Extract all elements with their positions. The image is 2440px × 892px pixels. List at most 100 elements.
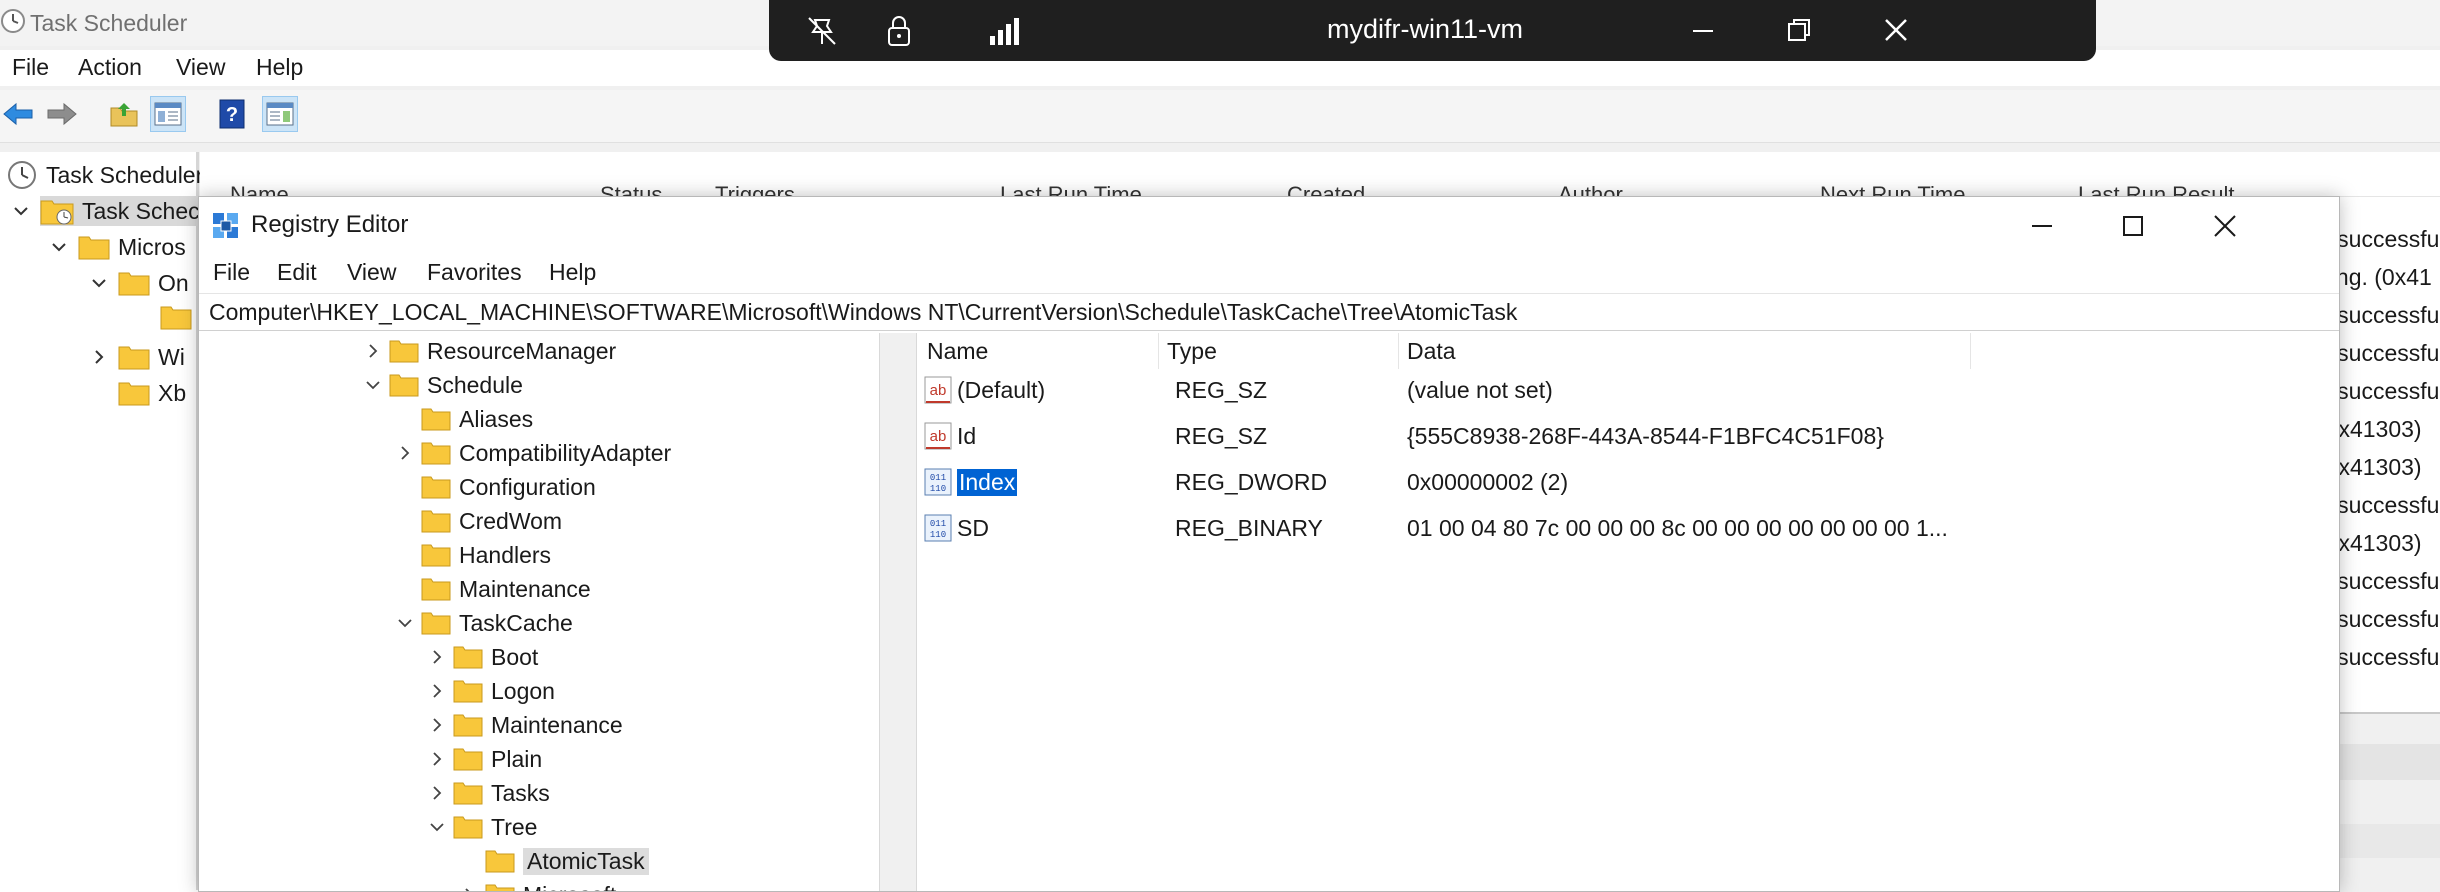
value-name: (Default) [957, 376, 1046, 403]
folder-icon [453, 781, 483, 805]
show-hide-console-tree-button[interactable] [150, 96, 186, 132]
tree-node-label: Micros [118, 233, 186, 260]
unpin-icon[interactable] [805, 14, 839, 48]
forward-button[interactable] [44, 96, 80, 132]
tree-node-tasks[interactable]: Tasks [427, 777, 550, 809]
menu-help[interactable]: Help [256, 54, 303, 81]
help-button[interactable]: ? [214, 96, 250, 132]
chevron-right-icon[interactable] [427, 715, 447, 735]
chevron-down-icon[interactable] [12, 202, 30, 220]
menu-action[interactable]: Action [78, 54, 142, 81]
connection-signal-icon[interactable] [989, 16, 1023, 46]
value-row[interactable]: 011 110 Index REG_DWORD 0x00000002 (2) [919, 465, 2019, 499]
tree-node-label: Handlers [459, 541, 552, 568]
registry-key-tree: ResourceManager Schedule Aliases Compatibil… [205, 333, 894, 891]
chevron-right-icon[interactable] [427, 647, 447, 667]
tree-node-logon[interactable]: Logon [427, 675, 555, 707]
remote-machine-name: mydifr-win11-vm [1326, 14, 1523, 44]
column-label: Type [1167, 337, 1217, 364]
column-label: Name [927, 337, 989, 364]
tree-node-label: Wi [158, 343, 185, 370]
tree-node-schedule[interactable]: Schedule [363, 369, 523, 401]
menu-view[interactable]: View [347, 259, 396, 286]
show-hide-action-pane-button[interactable] [262, 96, 298, 132]
folder-icon [453, 645, 483, 669]
task-list-header: Name Status Triggers Last Run Time Creat… [210, 160, 2440, 207]
folder-open-icon [485, 849, 515, 873]
tree-node-label: Plain [491, 745, 543, 772]
value-row[interactable]: 011 110 SD REG_BINARY 01 00 04 80 7c 00 00 0… [919, 511, 2019, 545]
column-type[interactable]: Type [1159, 333, 1399, 369]
help-icon: ? [219, 99, 245, 129]
clock-icon [0, 8, 26, 34]
column-data[interactable]: Data [1399, 333, 1971, 369]
lock-icon[interactable] [884, 14, 914, 48]
svg-text:?: ? [226, 104, 238, 126]
chevron-down-icon[interactable] [427, 817, 447, 837]
tree-node-label: Configuration [459, 473, 596, 500]
menu-favorites[interactable]: Favorites [427, 259, 522, 286]
chevron-right-icon[interactable] [427, 681, 447, 701]
close-icon[interactable] [1882, 16, 1910, 44]
menu-file[interactable]: File [12, 54, 49, 81]
tree-vertical-scrollbar[interactable] [879, 333, 917, 891]
chevron-right-icon[interactable] [459, 885, 479, 891]
minimize-button[interactable] [2029, 213, 2055, 239]
tree-node-aliases[interactable]: Aliases [395, 403, 533, 435]
value-name: Id [957, 422, 977, 449]
tree-node-microsoft[interactable]: Microsoft [459, 879, 616, 891]
tree-node-xbox[interactable]: Xb [118, 376, 186, 410]
back-button[interactable] [0, 96, 36, 132]
chevron-down-icon[interactable] [363, 375, 383, 395]
tree-node-configuration[interactable]: Configuration [395, 471, 596, 503]
folder-clock-icon [40, 196, 76, 226]
tree-node-microsoft[interactable]: Micros [50, 230, 186, 264]
tree-node-onedrive-child[interactable] [160, 300, 192, 334]
chevron-right-icon[interactable] [395, 443, 415, 463]
tree-node-label: On [158, 269, 189, 296]
menu-edit[interactable]: Edit [277, 259, 317, 286]
tree-node-task-scheduler-library[interactable]: Task Schec [12, 194, 204, 228]
tree-node-plain[interactable]: Plain [427, 743, 542, 775]
chevron-right-icon[interactable] [90, 348, 108, 366]
chevron-down-icon[interactable] [90, 274, 108, 292]
tree-node-credwom[interactable]: CredWom [395, 505, 562, 537]
tree-node-task-scheduler[interactable]: Task Scheduler [6, 158, 203, 192]
registry-values-list: Name Type Data ab (Default) REG_SZ (value n… [919, 333, 2337, 891]
chevron-right-icon[interactable] [427, 749, 447, 769]
tree-node-handlers[interactable]: Handlers [395, 539, 551, 571]
up-folder-button[interactable] [106, 96, 142, 132]
chevron-down-icon[interactable] [395, 613, 415, 633]
tree-node-resourcemanager[interactable]: ResourceManager [363, 335, 616, 367]
close-button[interactable] [2212, 213, 2238, 239]
restore-icon[interactable] [1785, 16, 1813, 44]
tree-node-windows[interactable]: Wi [90, 340, 185, 374]
tree-node-taskcache[interactable]: TaskCache [395, 607, 573, 639]
action-pane-icon [266, 101, 294, 127]
minimize-icon[interactable] [1689, 18, 1717, 44]
address-path[interactable]: Computer\HKEY_LOCAL_MACHINE\SOFTWARE\Mic… [209, 299, 1517, 326]
value-data: 01 00 04 80 7c 00 00 00 8c 00 00 00 00 0… [1407, 514, 1948, 541]
tree-node-compatibilityadapter[interactable]: CompatibilityAdapter [395, 437, 671, 469]
chevron-down-icon[interactable] [50, 238, 68, 256]
folder-icon [421, 407, 451, 431]
tree-node-maintenance[interactable]: Maintenance [427, 709, 623, 741]
tree-node-tree[interactable]: Tree [427, 811, 537, 843]
column-name[interactable]: Name [919, 333, 1159, 369]
tree-node-onedrive[interactable]: On [90, 266, 189, 300]
svg-text:011: 011 [930, 473, 946, 483]
maximize-button[interactable] [2120, 213, 2146, 239]
address-bar[interactable]: Computer\HKEY_LOCAL_MACHINE\SOFTWARE\Mic… [199, 293, 2339, 331]
chevron-right-icon[interactable] [363, 341, 383, 361]
chevron-right-icon[interactable] [427, 783, 447, 803]
menu-file[interactable]: File [213, 259, 250, 286]
tree-node-atomictask[interactable]: AtomicTask [459, 845, 649, 877]
tree-node-boot[interactable]: Boot [427, 641, 538, 673]
value-row[interactable]: ab (Default) REG_SZ (value not set) [919, 373, 2019, 407]
tree-node-maintenance[interactable]: Maintenance [395, 573, 591, 605]
menu-help[interactable]: Help [549, 259, 596, 286]
menu-view[interactable]: View [176, 54, 225, 81]
value-row[interactable]: ab Id REG_SZ {555C8938-268F-443A-8544-F1BFC… [919, 419, 2019, 453]
